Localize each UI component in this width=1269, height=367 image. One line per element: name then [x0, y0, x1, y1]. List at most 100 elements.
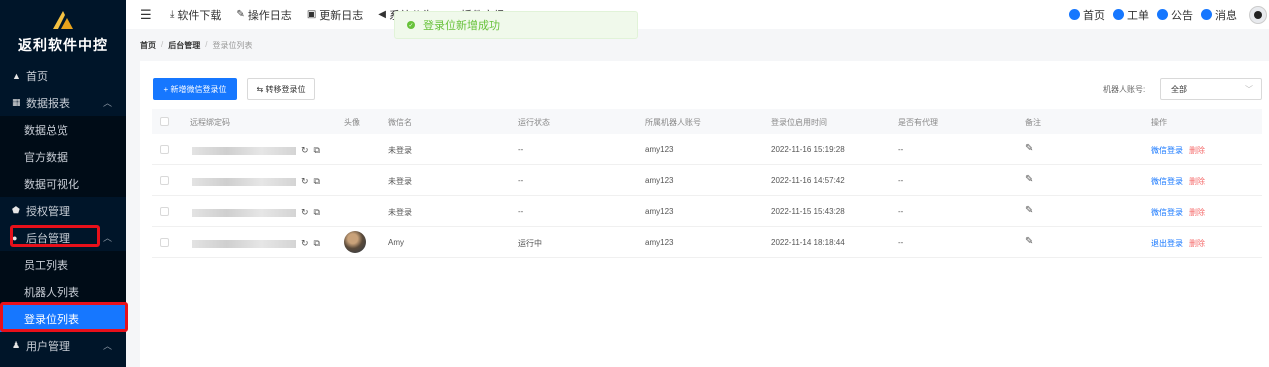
success-icon: ✓ [407, 21, 415, 29]
breadcrumb-admin[interactable]: 后台管理 [168, 40, 200, 51]
row-checkbox[interactable] [160, 207, 169, 216]
wechat-login-link[interactable]: 微信登录 [1151, 177, 1183, 186]
blurred-code [192, 177, 296, 186]
top-announcement-link[interactable]: 公告 [1157, 7, 1193, 23]
top-home-link[interactable]: 首页 [1069, 7, 1105, 23]
sidebar-item-label: 授权管理 [26, 205, 70, 218]
sidebar-item-login-slot-list[interactable]: 登录位列表 [0, 305, 126, 332]
copy-icon[interactable]: ⧉ [314, 207, 320, 217]
robot-account-filter-label: 机器人账号: [1103, 85, 1146, 94]
delete-link[interactable]: 删除 [1189, 208, 1205, 217]
header-remote-code: 远程绑定码 [190, 118, 230, 127]
copy-icon[interactable]: ⧉ [314, 176, 320, 186]
shield-icon: ⬟ [12, 205, 20, 215]
row-actions: 微信登录 删除 [1151, 145, 1205, 156]
sidebar-menu: ▲ 首页 ▦ 数据报表 ︿ 数据总览 官方数据 数据可视化 ⬟ 授权管理 ● 后… [0, 62, 126, 359]
sidebar-item-label: 机器人列表 [24, 286, 79, 299]
home-icon [1069, 9, 1080, 20]
avatar-figure [1254, 10, 1262, 19]
top-right-label: 消息 [1215, 9, 1237, 22]
main-card: + 新增微信登录位 ⇆ 转移登录位 机器人账号: 全部 ﹀ 远程绑定码 头像 微… [140, 61, 1269, 367]
sidebar-item-label: 数据报表 [26, 97, 70, 110]
sidebar-item-admin[interactable]: ● 后台管理 ︿ [0, 224, 126, 251]
sidebar-item-staff-list[interactable]: 员工列表 [0, 251, 126, 278]
edit-icon[interactable]: ✎ [1025, 205, 1033, 216]
row-checkbox[interactable] [160, 238, 169, 247]
edit-icon[interactable]: ✎ [1025, 236, 1033, 247]
sidebar-item-data-overview[interactable]: 数据总览 [0, 116, 126, 143]
copy-icon[interactable]: ⧉ [314, 145, 320, 155]
select-all-checkbox[interactable] [160, 117, 169, 126]
admin-icon: ● [12, 232, 18, 243]
breadcrumb: 首页 / 后台管理 / 登录位列表 [140, 40, 252, 51]
breadcrumb-separator: / [205, 40, 208, 49]
menu-fold-icon[interactable]: ☰ [140, 7, 154, 23]
copy-icon[interactable]: ⧉ [314, 238, 320, 248]
header-status: 运行状态 [518, 118, 550, 127]
home-icon: ▲ [12, 70, 21, 81]
table-row: ↻ ⧉ 未登录 -- amy123 2022-11-16 15:19:28 -- … [152, 134, 1262, 165]
refresh-icon[interactable]: ↻ [301, 238, 309, 248]
top-right-label: 工单 [1127, 9, 1149, 22]
wechat-name: 未登录 [388, 177, 412, 186]
user-avatar[interactable] [1249, 5, 1267, 24]
breadcrumb-home[interactable]: 首页 [140, 40, 156, 51]
delete-link[interactable]: 删除 [1189, 177, 1205, 186]
table-row: ↻ ⧉ 未登录 -- amy123 2022-11-15 15:43:28 -- … [152, 196, 1262, 227]
chart-icon: ▦ [12, 97, 21, 107]
announcement-icon [1157, 9, 1168, 20]
remote-code: ↻ ⧉ [192, 145, 320, 156]
remote-code: ↻ ⧉ [192, 176, 320, 187]
sidebar-item-user-management[interactable]: ♟ 用户管理 ︿ [0, 332, 126, 359]
table-header: 远程绑定码 头像 微信名 运行状态 所属机器人账号 登录位启用时间 是否有代理 … [152, 109, 1262, 134]
nav-software-download[interactable]: ⤓ 软件下载 [170, 7, 221, 23]
top-right-actions: 首页 工单 公告 消息 [1069, 0, 1269, 29]
header-wechat-name: 微信名 [388, 118, 412, 127]
toast-message: 登录位新增成功 [423, 20, 500, 32]
sidebar-item-label: 用户管理 [26, 340, 70, 353]
row-checkbox[interactable] [160, 176, 169, 185]
sidebar-item-home[interactable]: ▲ 首页 [0, 62, 126, 89]
update-icon: ▣ [306, 9, 317, 20]
sidebar-item-robot-list[interactable]: 机器人列表 [0, 278, 126, 305]
ticket-icon [1113, 9, 1124, 20]
refresh-icon[interactable]: ↻ [301, 145, 309, 155]
proxy: -- [898, 207, 904, 216]
run-status: -- [518, 145, 524, 154]
header-proxy: 是否有代理 [898, 118, 938, 127]
chevron-up-icon: ︿ [102, 98, 112, 108]
edit-icon[interactable]: ✎ [1025, 174, 1033, 185]
edit-icon[interactable]: ✎ [1025, 143, 1033, 154]
sidebar-item-data-visualization[interactable]: 数据可视化 [0, 170, 126, 197]
row-checkbox[interactable] [160, 145, 169, 154]
sidebar-item-official-data[interactable]: 官方数据 [0, 143, 126, 170]
enable-time: 2022-11-15 15:43:28 [771, 207, 845, 216]
sidebar: 返利软件中控 ▲ 首页 ▦ 数据报表 ︿ 数据总览 官方数据 数据可视化 ⬟ 授… [0, 0, 126, 367]
app-title: 返利软件中控 [18, 37, 108, 53]
blurred-code [192, 239, 296, 248]
nav-label: 软件下载 [177, 9, 222, 22]
breadcrumb-separator: / [161, 40, 164, 49]
transfer-login-slot-button[interactable]: ⇆ 转移登录位 [247, 78, 315, 100]
run-status: -- [518, 176, 524, 185]
sidebar-item-authorization[interactable]: ⬟ 授权管理 [0, 197, 126, 224]
header-avatar: 头像 [344, 118, 360, 127]
robot-account: amy123 [645, 238, 674, 247]
breadcrumb-current: 登录位列表 [212, 41, 253, 50]
add-wechat-login-slot-button[interactable]: + 新增微信登录位 [153, 78, 237, 100]
refresh-icon[interactable]: ↻ [301, 176, 309, 186]
logout-link[interactable]: 退出登录 [1151, 239, 1183, 248]
top-message-link[interactable]: 消息 [1201, 7, 1237, 23]
wechat-login-link[interactable]: 微信登录 [1151, 146, 1183, 155]
delete-link[interactable]: 删除 [1189, 239, 1205, 248]
enable-time: 2022-11-14 18:18:44 [771, 238, 845, 247]
sidebar-item-reports[interactable]: ▦ 数据报表 ︿ [0, 89, 126, 116]
delete-link[interactable]: 删除 [1189, 146, 1205, 155]
nav-operation-log[interactable]: ✎ 操作日志 [236, 7, 291, 23]
top-ticket-link[interactable]: 工单 [1113, 7, 1149, 23]
wechat-login-link[interactable]: 微信登录 [1151, 208, 1183, 217]
nav-update-log[interactable]: ▣ 更新日志 [307, 7, 363, 23]
robot-account-select[interactable]: 全部 ﹀ [1160, 78, 1262, 100]
sidebar-item-label: 首页 [26, 70, 48, 83]
refresh-icon[interactable]: ↻ [301, 207, 309, 217]
